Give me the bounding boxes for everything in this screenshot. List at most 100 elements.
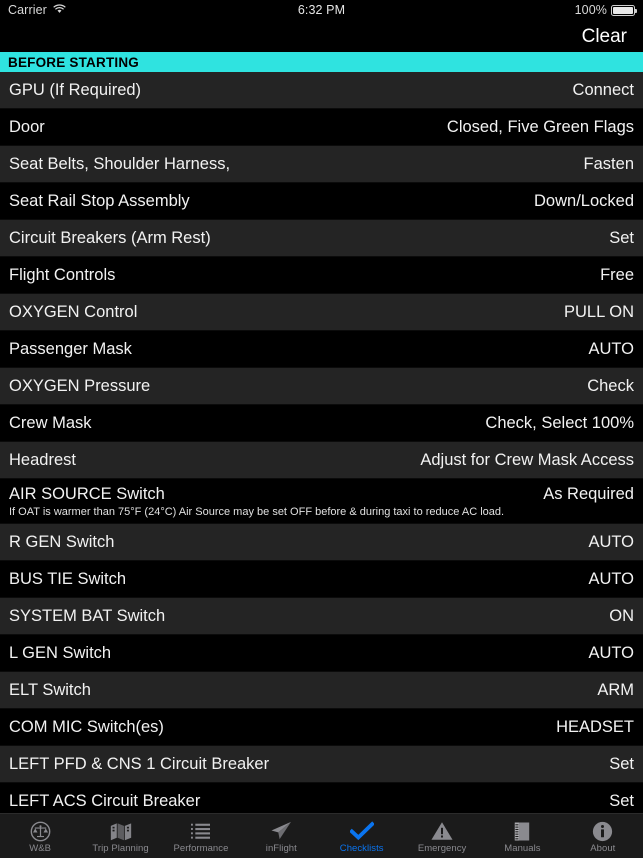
tab-inflight[interactable]: inFlight <box>241 814 321 858</box>
tab-label: Trip Planning <box>92 843 149 854</box>
checklist-row[interactable]: OXYGEN Control PULL ON <box>0 294 643 331</box>
navigation-bar: Clear <box>0 20 643 52</box>
tab-label: Emergency <box>417 843 467 854</box>
status-bar: Carrier 6:32 PM 100% <box>0 0 643 20</box>
checklist-item-action: Check, Select 100% <box>485 413 634 432</box>
checklist-item-action: Free <box>600 265 634 284</box>
status-bar-right: 100% <box>574 3 637 17</box>
checklist-item-action: Fasten <box>583 154 634 173</box>
checklist-item-title: LEFT ACS Circuit Breaker <box>9 791 201 810</box>
checklist-item-action: ARM <box>597 680 634 699</box>
section-header-label: BEFORE STARTING <box>8 54 139 70</box>
checklist-item-title: Seat Rail Stop Assembly <box>9 191 190 210</box>
checklist-item-title: SYSTEM BAT Switch <box>9 606 166 625</box>
tab-trip-planning[interactable]: Trip Planning <box>80 814 160 858</box>
tab-label: Checklists <box>339 843 384 854</box>
tab-about[interactable]: About <box>563 814 643 858</box>
checklist-item-action: ON <box>609 606 634 625</box>
tab-label: Performance <box>173 843 229 854</box>
tab-label: About <box>590 843 616 854</box>
checklist-item-title: BUS TIE Switch <box>9 569 127 588</box>
checklist-row[interactable]: Seat Rail Stop Assembly Down/Locked <box>0 183 643 220</box>
checklist-item-title: OXYGEN Pressure <box>9 376 151 395</box>
checklist-row[interactable]: LEFT ACS Circuit Breaker Set <box>0 783 643 813</box>
checklist-item-action: PULL ON <box>564 302 634 321</box>
checklist-row[interactable]: Door Closed, Five Green Flags <box>0 109 643 146</box>
tab-label: inFlight <box>265 843 297 854</box>
carrier-label: Carrier <box>8 3 47 17</box>
tab-label: W&B <box>29 843 52 854</box>
checklist-item-action: Down/Locked <box>534 191 634 210</box>
checklist-item-title: Passenger Mask <box>9 339 132 358</box>
app-root: Carrier 6:32 PM 100% Clear BEFORE STARTI… <box>0 0 643 858</box>
checklist-item-action: AUTO <box>588 569 634 588</box>
checklist-item-title: GPU (If Required) <box>9 80 142 99</box>
checklist-row-main: AIR SOURCE Switch As Required <box>9 485 634 504</box>
tab-bar: W&B Trip Planning Performance inFlight Check… <box>0 813 643 858</box>
checklist-item-title: Door <box>9 117 45 136</box>
checklist-item-action: AUTO <box>588 339 634 358</box>
checklist-row[interactable]: SYSTEM BAT Switch ON <box>0 598 643 635</box>
checklist-item-note: If OAT is warmer than 75°F (24°C) Air So… <box>9 505 505 518</box>
checkmark-icon <box>349 820 374 842</box>
wifi-icon <box>53 3 66 17</box>
checklist-item-title: ELT Switch <box>9 680 91 699</box>
tab-checklists[interactable]: Checklists <box>322 814 402 858</box>
checklist-item-title: Headrest <box>9 450 76 469</box>
checklist-list[interactable]: GPU (If Required) Connect Door Closed, Five… <box>0 72 643 813</box>
checklist-item-action: Check <box>587 376 634 395</box>
checklist-item-title: Circuit Breakers (Arm Rest) <box>9 228 211 247</box>
checklist-row[interactable]: L GEN Switch AUTO <box>0 635 643 672</box>
checklist-item-action: As Required <box>543 484 634 503</box>
status-bar-time: 6:32 PM <box>297 3 346 17</box>
checklist-item-title: AIR SOURCE Switch <box>9 484 165 503</box>
checklist-row[interactable]: Seat Belts, Shoulder Harness, Fasten <box>0 146 643 183</box>
info-circle-icon <box>592 820 613 842</box>
battery-percent-label: 100% <box>574 3 607 17</box>
folded-map-icon <box>110 820 132 842</box>
checklist-row[interactable]: Flight Controls Free <box>0 257 643 294</box>
checklist-row[interactable]: COM MIC Switch(es) HEADSET <box>0 709 643 746</box>
section-header-before-starting: BEFORE STARTING <box>0 52 643 72</box>
book-binder-icon <box>513 820 531 842</box>
checklist-item-action: AUTO <box>588 643 634 662</box>
tab-w-b[interactable]: W&B <box>0 814 80 858</box>
paper-plane-icon <box>270 820 292 842</box>
checklist-item-action: Connect <box>572 80 634 99</box>
checklist-item-action: Closed, Five Green Flags <box>446 117 634 136</box>
checklist-row[interactable]: R GEN Switch AUTO <box>0 524 643 561</box>
checklist-item-title: Flight Controls <box>9 265 116 284</box>
checklist-row[interactable]: BUS TIE Switch AUTO <box>0 561 643 598</box>
list-lines-icon <box>190 820 211 842</box>
tab-manuals[interactable]: Manuals <box>482 814 562 858</box>
checklist-row[interactable]: Headrest Adjust for Crew Mask Access <box>0 442 643 479</box>
battery-full-icon <box>611 4 637 16</box>
checklist-item-action: Adjust for Crew Mask Access <box>420 450 634 469</box>
clear-button[interactable]: Clear <box>580 25 629 48</box>
checklist-item-title: LEFT PFD & CNS 1 Circuit Breaker <box>9 754 270 773</box>
checklist-item-title: Seat Belts, Shoulder Harness, <box>9 154 231 173</box>
tab-label: Manuals <box>504 843 541 854</box>
warning-triangle-icon <box>431 820 453 842</box>
status-bar-left: Carrier <box>8 3 66 17</box>
checklist-row[interactable]: Circuit Breakers (Arm Rest) Set <box>0 220 643 257</box>
checklist-item-title: OXYGEN Control <box>9 302 138 321</box>
checklist-item-action: HEADSET <box>556 717 634 736</box>
checklist-row[interactable]: ELT Switch ARM <box>0 672 643 709</box>
checklist-item-action: Set <box>609 791 634 810</box>
scales-balance-icon <box>30 820 51 842</box>
checklist-row[interactable]: OXYGEN Pressure Check <box>0 368 643 405</box>
checklist-row[interactable]: AIR SOURCE Switch As Required If OAT is wa… <box>0 479 643 524</box>
tab-emergency[interactable]: Emergency <box>402 814 482 858</box>
checklist-item-title: R GEN Switch <box>9 532 115 551</box>
checklist-row[interactable]: LEFT PFD & CNS 1 Circuit Breaker Set <box>0 746 643 783</box>
checklist-row[interactable]: Crew Mask Check, Select 100% <box>0 405 643 442</box>
checklist-item-action: Set <box>609 754 634 773</box>
checklist-row[interactable]: Passenger Mask AUTO <box>0 331 643 368</box>
checklist-item-action: AUTO <box>588 532 634 551</box>
checklist-row[interactable]: GPU (If Required) Connect <box>0 72 643 109</box>
checklist-item-title: COM MIC Switch(es) <box>9 717 164 736</box>
checklist-item-action: Set <box>609 228 634 247</box>
checklist-item-title: L GEN Switch <box>9 643 112 662</box>
tab-performance[interactable]: Performance <box>161 814 241 858</box>
